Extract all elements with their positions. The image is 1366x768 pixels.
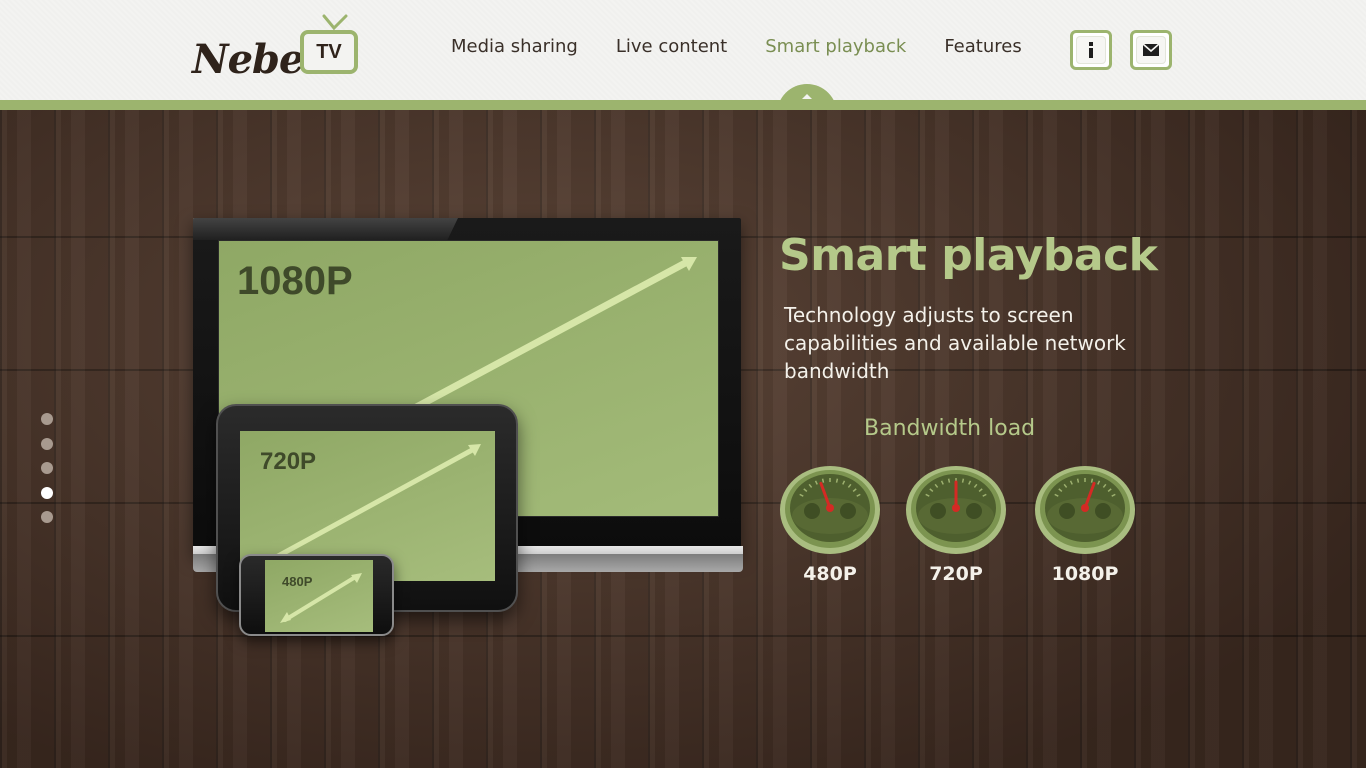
info-icon — [1089, 42, 1093, 58]
logo[interactable]: Nebel. TV — [192, 14, 367, 84]
speedometer-icon — [1035, 466, 1135, 554]
pager-dot[interactable] — [41, 413, 53, 425]
header-accent-bar — [0, 100, 1366, 110]
pager-dot[interactable] — [41, 511, 53, 523]
site-header: Nebel. TV Media sharing Live content Sma… — [0, 0, 1366, 100]
gauge-720p — [906, 462, 1006, 554]
section-title: Smart playback — [779, 230, 1158, 281]
gauge-label: 1080P — [1051, 563, 1119, 585]
nav-features[interactable]: Features — [944, 36, 1021, 64]
speedometer-icon — [906, 466, 1006, 554]
nav-smart-playback[interactable]: Smart playback — [765, 36, 906, 64]
gauge-480p — [780, 462, 880, 554]
nav-media-sharing[interactable]: Media sharing — [451, 36, 578, 64]
nav-live-content[interactable]: Live content — [616, 36, 727, 64]
mail-button[interactable] — [1130, 30, 1172, 70]
gauge-label: 720P — [929, 563, 983, 585]
speedometer-icon — [780, 466, 880, 554]
phone-arrow-icon — [280, 573, 362, 623]
main-nav: Media sharing Live content Smart playbac… — [451, 36, 1060, 64]
phone-screen: 480P — [265, 560, 373, 632]
pager-dot[interactable] — [41, 437, 53, 450]
gauge-label: 480P — [803, 563, 857, 585]
slide-pager — [41, 413, 53, 536]
bandwidth-title: Bandwidth load — [864, 416, 1036, 441]
mail-icon — [1142, 43, 1160, 56]
info-button[interactable] — [1070, 30, 1112, 70]
gauge-1080p — [1035, 462, 1135, 554]
pager-dot[interactable] — [41, 486, 53, 499]
logo-tv-badge: TV — [300, 30, 358, 74]
section-description: Technology adjusts to screen capabilitie… — [784, 303, 1126, 383]
pager-dot[interactable] — [41, 462, 53, 474]
phone-device: 480P — [239, 554, 394, 636]
